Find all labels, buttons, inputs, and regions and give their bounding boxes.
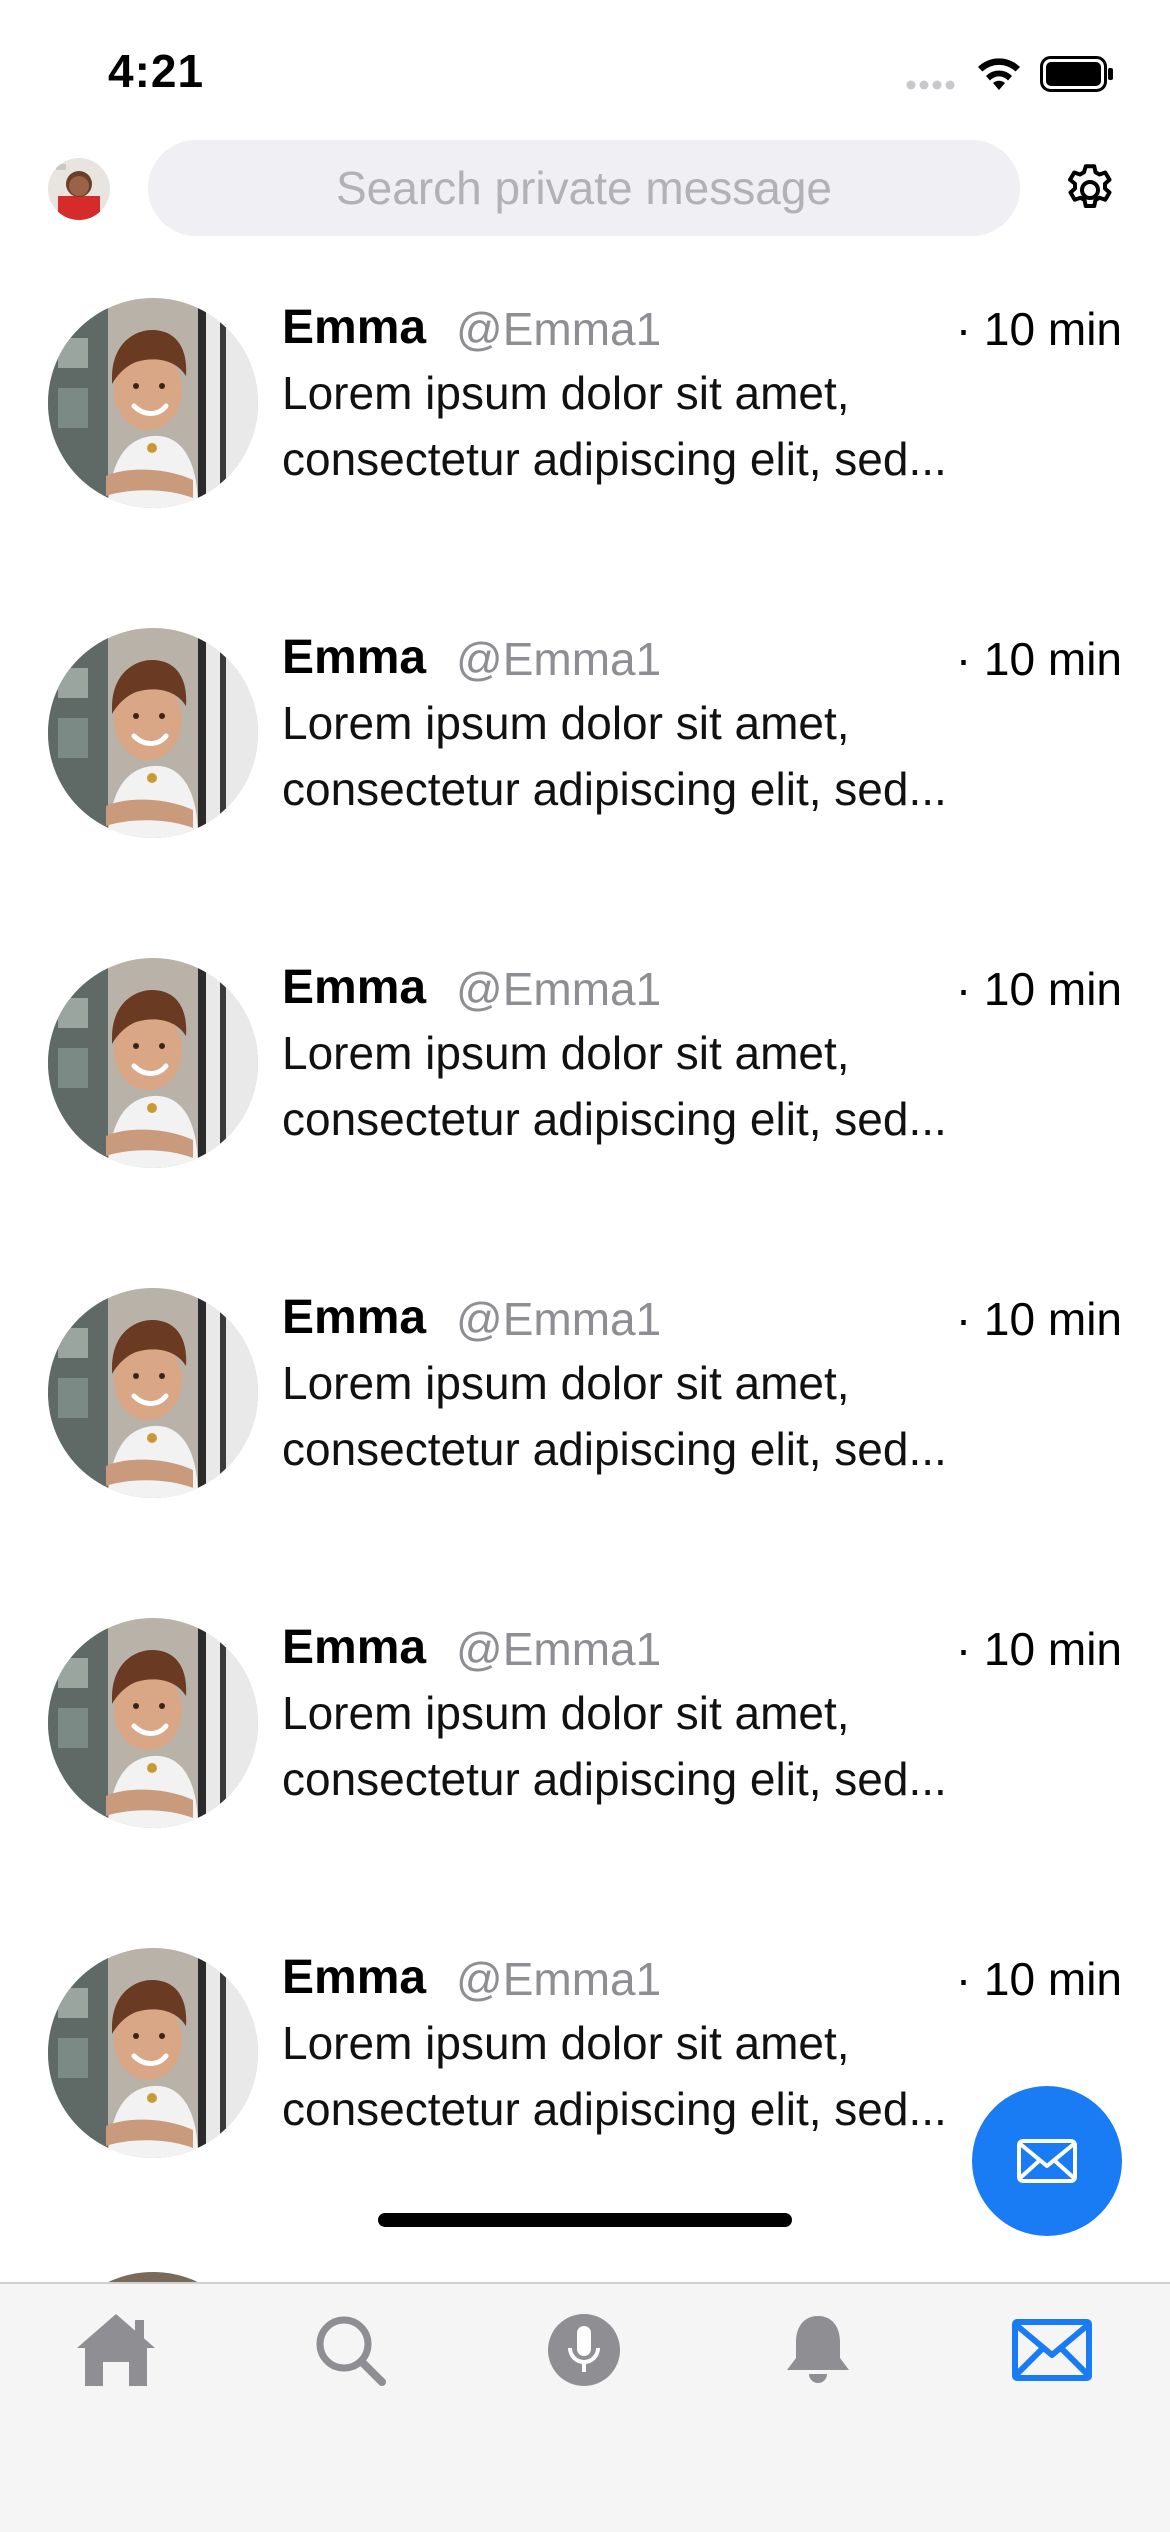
message-time: · 10 min bbox=[955, 303, 1122, 355]
message-preview: Lorem ipsum dolor sit amet, consectetur … bbox=[282, 2017, 947, 2135]
contact-name: Emma bbox=[282, 631, 427, 684]
search-input[interactable] bbox=[148, 140, 1020, 236]
message-list: Emma @Emma1 · 10 min Lorem ipsum dolor s… bbox=[0, 270, 1170, 2250]
tab-spaces[interactable] bbox=[534, 2300, 634, 2400]
message-row[interactable]: Emma @Emma1 · 10 min Lorem ipsum dolor s… bbox=[0, 270, 1170, 600]
bell-icon bbox=[787, 2316, 849, 2383]
tab-messages[interactable] bbox=[1002, 2300, 1102, 2400]
message-time: · 10 min bbox=[955, 1623, 1122, 1675]
envelope-icon bbox=[1012, 2319, 1092, 2381]
contact-name: Emma bbox=[282, 1621, 427, 1674]
status-time: 4:21 bbox=[108, 45, 205, 97]
message-row[interactable]: Emma @Emma1 · 10 min Lorem ipsum dolor s… bbox=[0, 1260, 1170, 1590]
battery-icon bbox=[1040, 56, 1113, 92]
profile-avatar[interactable] bbox=[48, 158, 110, 220]
contact-handle: @Emma1 bbox=[456, 303, 662, 355]
message-preview: Lorem ipsum dolor sit amet, consectetur … bbox=[282, 1027, 947, 1145]
message-preview: Lorem ipsum dolor sit amet, consectetur … bbox=[282, 1687, 947, 1805]
message-row[interactable]: Emma @Emma1 · 10 min Lorem ipsum dolor s… bbox=[0, 600, 1170, 930]
microphone-icon bbox=[548, 2314, 620, 2386]
contact-handle: @Emma1 bbox=[456, 963, 662, 1015]
tab-home[interactable] bbox=[66, 2300, 166, 2400]
contact-name: Emma bbox=[282, 1951, 427, 2004]
contact-avatar[interactable] bbox=[48, 298, 258, 508]
contact-avatar[interactable] bbox=[48, 1618, 258, 1828]
contact-avatar[interactable] bbox=[48, 1288, 258, 1498]
message-time: · 10 min bbox=[955, 1293, 1122, 1345]
contact-handle: @Emma1 bbox=[456, 1623, 662, 1675]
tab-notifications[interactable] bbox=[768, 2300, 868, 2400]
status-bar: 4:21 bbox=[0, 0, 1170, 140]
contact-name: Emma bbox=[282, 1291, 427, 1344]
cellular-signal-icon bbox=[906, 80, 955, 90]
tab-bar bbox=[0, 2213, 1170, 2532]
message-row[interactable]: Emma @Emma1 · 10 min Lorem ipsum dolor s… bbox=[0, 930, 1170, 1260]
message-time: · 10 min bbox=[955, 963, 1122, 1015]
message-preview: Lorem ipsum dolor sit amet, consectetur … bbox=[282, 367, 947, 485]
message-preview: Lorem ipsum dolor sit amet, consectetur … bbox=[282, 697, 947, 815]
wifi-icon bbox=[978, 58, 1020, 90]
message-row[interactable]: Emma @Emma1 · 10 min Lorem ipsum dolor s… bbox=[0, 1590, 1170, 1920]
home-indicator bbox=[378, 2213, 792, 2227]
message-preview: Lorem ipsum dolor sit amet, consectetur … bbox=[282, 1357, 947, 1475]
envelope-icon bbox=[1017, 2139, 1077, 2183]
contact-avatar[interactable] bbox=[48, 958, 258, 1168]
message-time: · 10 min bbox=[955, 1953, 1122, 2005]
compose-message-button[interactable] bbox=[972, 2086, 1122, 2236]
contact-avatar[interactable] bbox=[48, 1948, 258, 2158]
messages-screen: 4:21 Search private message Emma @Emma1 … bbox=[0, 0, 1170, 2532]
contact-handle: @Emma1 bbox=[456, 1293, 662, 1345]
search-bar[interactable] bbox=[148, 140, 1020, 236]
contact-handle: @Emma1 bbox=[456, 1953, 662, 2005]
contact-name: Emma bbox=[282, 961, 427, 1014]
contact-handle: @Emma1 bbox=[456, 633, 662, 685]
top-bar bbox=[0, 140, 1170, 240]
message-time: · 10 min bbox=[955, 633, 1122, 685]
contact-avatar[interactable] bbox=[48, 628, 258, 838]
gear-icon[interactable] bbox=[1060, 160, 1120, 220]
search-icon bbox=[316, 2316, 386, 2386]
contact-name: Emma bbox=[282, 301, 427, 354]
tab-search[interactable] bbox=[300, 2300, 400, 2400]
home-icon bbox=[77, 2314, 155, 2386]
